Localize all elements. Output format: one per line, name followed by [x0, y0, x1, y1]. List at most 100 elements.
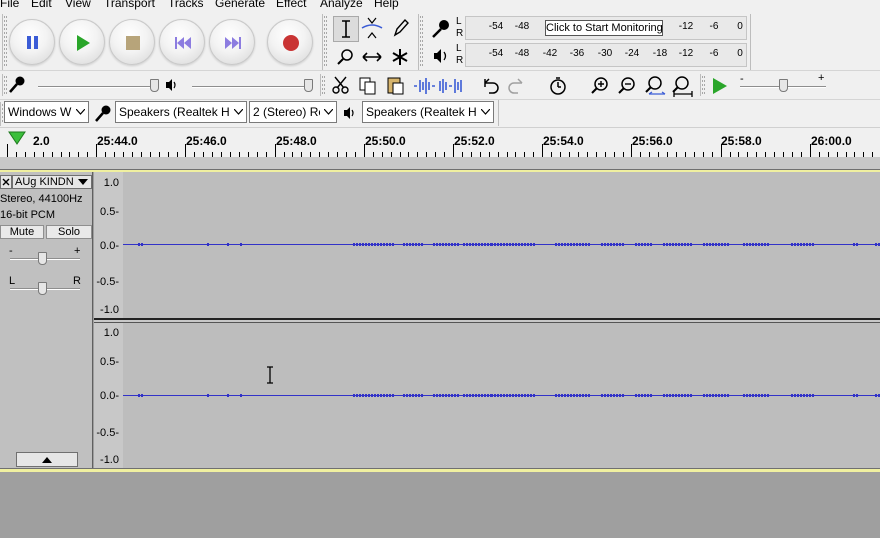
- channel-2-waveform[interactable]: [123, 323, 880, 468]
- skip-to-start-button[interactable]: [159, 19, 205, 65]
- play-at-speed-toolbar-grip[interactable]: [700, 74, 706, 96]
- audio-host-select[interactable]: Windows W: [4, 101, 89, 123]
- trim-audio-button[interactable]: [411, 73, 437, 99]
- record-volume-thumb[interactable]: [150, 79, 159, 92]
- playback-meter-tick: -48: [514, 48, 530, 59]
- pause-button[interactable]: [9, 19, 55, 65]
- fit-project-button[interactable]: [668, 73, 694, 99]
- paste-button[interactable]: [383, 73, 409, 99]
- chevron-down-icon: [320, 102, 336, 122]
- chevron-down-icon: [230, 102, 246, 122]
- selection-tool[interactable]: [333, 16, 359, 42]
- record-meter-tick: -12: [678, 21, 694, 32]
- copy-button[interactable]: [355, 73, 381, 99]
- record-volume-slider[interactable]: [38, 86, 154, 88]
- play-at-speed-button[interactable]: [707, 73, 733, 99]
- menu-generate[interactable]: Generate: [215, 0, 265, 10]
- zoom-in-button[interactable]: [587, 73, 613, 99]
- mute-button[interactable]: Mute: [0, 225, 44, 239]
- playback-device-speaker-icon: [344, 107, 354, 119]
- playback-meter-tick: -12: [678, 48, 694, 59]
- collapse-up-icon: [42, 457, 52, 463]
- sync-lock-button[interactable]: [545, 73, 571, 99]
- redo-button[interactable]: [504, 73, 530, 99]
- record-button[interactable]: [267, 19, 313, 65]
- timeline-ruler[interactable]: 2.0 25:44.0 25:46.0 25:48.0 25:50.0 25:5…: [0, 127, 880, 158]
- menu-bar: File Edit View Transport Tracks Generate…: [0, 0, 880, 10]
- scale-label: -1.0: [100, 454, 119, 466]
- multi-tool[interactable]: [387, 44, 413, 70]
- playback-meter[interactable]: -54 -48 -42 -36 -30 -24 -18 -12 -6 0: [465, 43, 747, 67]
- track-close-button[interactable]: [0, 175, 12, 189]
- record-meter-tick: -54: [488, 21, 504, 32]
- empty-track-area[interactable]: [0, 472, 880, 538]
- channel-1-vertical-ruler[interactable]: 1.0 0.5- 0.0- -0.5- -1.0: [94, 172, 123, 318]
- envelope-icon: [361, 17, 383, 39]
- paste-icon: [387, 77, 404, 95]
- stop-button[interactable]: [109, 19, 155, 65]
- tools-toolbar-grip[interactable]: [322, 14, 328, 70]
- channel-2-vertical-ruler[interactable]: 1.0 0.5- 0.0- -0.5- -1.0: [94, 323, 123, 468]
- menu-transport[interactable]: Transport: [104, 0, 155, 10]
- silence-audio-button[interactable]: [437, 73, 463, 99]
- pause-icon: [27, 36, 38, 49]
- undo-button[interactable]: [477, 73, 503, 99]
- recording-device-microphone-icon: [95, 105, 111, 122]
- record-meter[interactable]: -54 -48 -12 -6 0 Click to Start Monitori…: [465, 16, 747, 40]
- meter-toolbar-grip[interactable]: [418, 14, 424, 70]
- playback-meter-tick: -24: [624, 48, 640, 59]
- menu-edit[interactable]: Edit: [31, 0, 52, 10]
- cut-button[interactable]: [328, 73, 354, 99]
- menu-help[interactable]: Help: [374, 0, 399, 10]
- ruler-major-tick: [542, 144, 544, 158]
- microphone-icon[interactable]: [430, 18, 452, 40]
- playback-meter-left-channel: L: [456, 43, 462, 54]
- monitor-prompt[interactable]: Click to Start Monitoring: [545, 20, 663, 36]
- recording-channels-value: 2 (Stereo) Re: [253, 105, 326, 119]
- chevron-down-icon: [72, 102, 88, 122]
- menu-analyze[interactable]: Analyze: [320, 0, 363, 10]
- zoom-tool[interactable]: [333, 44, 359, 70]
- menu-view[interactable]: View: [65, 0, 91, 10]
- record-meter-right-channel: R: [456, 28, 464, 39]
- skip-to-end-button[interactable]: [209, 19, 255, 65]
- playback-meter-tick: -6: [709, 48, 719, 59]
- transport-toolbar-grip[interactable]: [2, 14, 8, 70]
- ruler-major-tick: [453, 144, 454, 158]
- ruler-major-tick: [7, 144, 8, 158]
- fit-selection-button[interactable]: [641, 73, 667, 99]
- toolbar-area: L R -54 -48 -12 -6 0 Click to Start Moni…: [0, 10, 880, 127]
- ruler-major-tick: [363, 144, 365, 158]
- playback-meter-tick: -54: [488, 48, 504, 59]
- play-at-speed-thumb[interactable]: [779, 79, 788, 92]
- play-button[interactable]: [59, 19, 105, 65]
- menu-effect[interactable]: Effect: [276, 0, 306, 10]
- speaker-icon[interactable]: [432, 47, 450, 65]
- draw-tool[interactable]: [387, 15, 413, 41]
- time-shift-tool[interactable]: [359, 44, 385, 70]
- zoom-out-button[interactable]: [614, 73, 640, 99]
- gain-minus-label: -: [9, 245, 13, 257]
- playback-volume-thumb[interactable]: [304, 79, 313, 92]
- edit-toolbar-grip[interactable]: [320, 74, 326, 96]
- menu-tracks[interactable]: Tracks: [168, 0, 204, 10]
- ruler-major-tick: [185, 144, 187, 158]
- playback-meter-tick: -36: [569, 48, 585, 59]
- recording-device-select[interactable]: Speakers (Realtek Hig: [115, 101, 247, 123]
- track-name-menu[interactable]: AUg KINDN: [12, 175, 92, 189]
- gain-slider-thumb[interactable]: [38, 252, 47, 265]
- playback-meter-tick: -42: [542, 48, 558, 59]
- ruler-major-tick: [96, 144, 98, 158]
- pan-slider-thumb[interactable]: [38, 282, 47, 295]
- collapse-track-button[interactable]: [16, 452, 78, 467]
- solo-button[interactable]: Solo: [46, 225, 92, 239]
- channel-1-waveform[interactable]: [123, 172, 880, 318]
- trim-icon: [414, 78, 435, 94]
- playback-volume-slider[interactable]: [192, 86, 308, 88]
- playback-device-select[interactable]: Speakers (Realtek Hig: [362, 101, 494, 123]
- envelope-tool[interactable]: [359, 15, 385, 41]
- track-control-panel[interactable]: AUg KINDN Stereo, 44100Hz 16-bit PCM Mut…: [0, 172, 93, 468]
- recording-channels-select[interactable]: 2 (Stereo) Re: [249, 101, 337, 123]
- menu-file[interactable]: File: [0, 0, 19, 10]
- scale-label: 0.5-: [100, 206, 119, 218]
